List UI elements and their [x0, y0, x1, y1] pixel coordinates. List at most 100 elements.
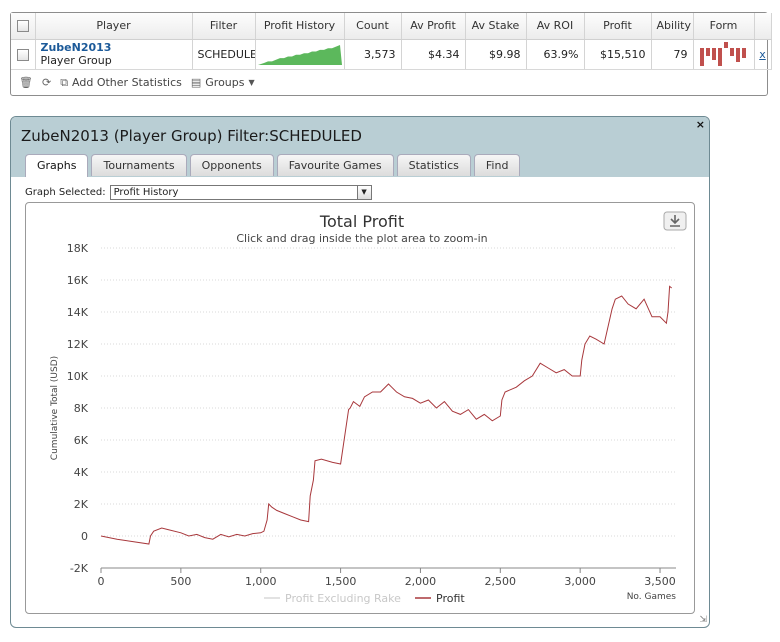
player-column-header[interactable]: Player [35, 13, 193, 40]
profit-history-cell [255, 39, 345, 70]
y-tick-label: 12K [67, 338, 89, 351]
player-stats-panel: Player Filter Profit History Count Av Pr… [10, 12, 772, 96]
form-cell [693, 39, 755, 70]
y-tick-label: 0 [81, 530, 88, 543]
total-profit-chart[interactable]: Total Profit Click and drag inside the p… [26, 203, 694, 613]
y-tick-label: 6K [74, 434, 89, 447]
download-button[interactable] [663, 211, 687, 231]
graph-selected-label: Graph Selected: [25, 187, 106, 198]
chart-container: Total Profit Click and drag inside the p… [25, 202, 695, 614]
x-axis-label: No. Games [627, 592, 677, 602]
groups-icon: ▤ [190, 76, 202, 89]
form-bar [735, 47, 740, 62]
add-other-statistics-label: Add Other Statistics [72, 76, 182, 89]
stats-header-row: Player Filter Profit History Count Av Pr… [11, 13, 772, 40]
stats-toolbar: 🗑 ⟳ ⧉ Add Other Statistics ▤ Groups ▼ [11, 70, 767, 96]
table-row[interactable]: ZubeN2013 Player Group SCHEDULED 3,573 $… [11, 39, 772, 70]
x-tick-label: 0 [98, 575, 105, 588]
add-other-statistics-button[interactable]: ⧉ Add Other Statistics [60, 76, 182, 90]
profit-series-line [100, 285, 673, 545]
form-bar [741, 47, 746, 58]
groups-dropdown[interactable]: ▤ Groups ▼ [191, 76, 255, 89]
form-bar [729, 47, 734, 56]
av-roi-cell: 63.9% [526, 39, 585, 70]
chart-title: Total Profit [319, 212, 404, 231]
form-bar [699, 47, 704, 66]
x-tick-label: 3,500 [644, 575, 676, 588]
y-tick-label: -2K [70, 562, 89, 575]
chart-grid [101, 247, 676, 569]
y-tick-label: 18K [67, 242, 89, 255]
sparkline-area [257, 44, 342, 65]
y-tick-label: 14K [67, 306, 89, 319]
profit-sparkline [257, 44, 342, 65]
y-axis-label: Cumulative Total (USD) [50, 356, 60, 460]
legend-item-profit-excluding-rake[interactable]: Profit Excluding Rake [264, 592, 401, 605]
resize-grip-icon[interactable]: ⇲ [699, 615, 707, 625]
chart-series [100, 285, 673, 545]
legend-item-profit[interactable]: Profit [415, 592, 465, 605]
form-bar [717, 47, 722, 68]
x-tick-label: 3,000 [564, 575, 596, 588]
remove-column-header [754, 13, 772, 40]
profit-history-column-header[interactable]: Profit History [255, 13, 345, 40]
x-axis-ticks: 0 500 1,000 1,500 2,000 2,500 3,000 3,500 [98, 568, 676, 588]
trash-icon[interactable]: 🗑 [19, 76, 33, 89]
x-tick-label: 1,000 [245, 575, 277, 588]
chart-subtitle: Click and drag inside the plot area to z… [236, 232, 487, 245]
legend-label-rake: Profit Excluding Rake [285, 592, 401, 605]
refresh-icon[interactable]: ⟳ [42, 76, 51, 89]
graph-select-value: Profit History [113, 187, 179, 198]
count-cell: 3,573 [344, 39, 402, 70]
player-name-link[interactable]: ZubeN2013 [41, 41, 187, 54]
filter-column-header[interactable]: Filter [192, 13, 256, 40]
player-type: Player Group [40, 54, 112, 67]
legend-label-profit: Profit [436, 592, 465, 605]
select-all-checkbox[interactable] [16, 20, 29, 33]
form-column-header[interactable]: Form [693, 13, 755, 40]
y-tick-label: 10K [67, 370, 89, 383]
tab-graphs[interactable]: Graphs [25, 154, 89, 177]
close-icon[interactable]: × [696, 118, 705, 131]
remove-cell: x [754, 39, 772, 70]
groups-label: Groups [205, 76, 245, 89]
x-tick-label: 1,500 [325, 575, 357, 588]
graph-selector: Graph Selected: Profit History ▼ [25, 185, 372, 200]
form-bar [705, 47, 710, 56]
chevron-down-icon: ▼ [248, 78, 255, 87]
tab-opponents[interactable]: Opponents [189, 154, 274, 176]
row-select-cell[interactable] [11, 39, 36, 70]
y-tick-label: 16K [67, 274, 89, 287]
x-tick-label: 2,000 [405, 575, 437, 588]
copy-icon: ⧉ [60, 75, 69, 89]
profit-column-header[interactable]: Profit [584, 13, 652, 40]
tab-statistics[interactable]: Statistics [396, 154, 471, 176]
ability-cell: 79 [651, 39, 694, 70]
profit-cell: $15,510 [584, 39, 652, 70]
filter-cell: SCHEDULED [192, 39, 256, 70]
graph-select[interactable]: Profit History ▼ [109, 185, 372, 200]
count-column-header[interactable]: Count [344, 13, 402, 40]
row-checkbox[interactable] [16, 48, 29, 61]
x-tick-label: 2,500 [485, 575, 517, 588]
av-stake-column-header[interactable]: Av Stake [465, 13, 527, 40]
tab-tournaments[interactable]: Tournaments [91, 154, 187, 176]
tab-favourite-games[interactable]: Favourite Games [276, 154, 394, 176]
x-tick-label: 500 [170, 575, 191, 588]
form-bar [711, 47, 716, 60]
av-roi-column-header[interactable]: Av ROI [526, 13, 585, 40]
chevron-down-icon[interactable]: ▼ [356, 186, 371, 199]
av-profit-cell: $4.34 [401, 39, 466, 70]
av-stake-cell: $9.98 [465, 39, 527, 70]
av-profit-column-header[interactable]: Av Profit [401, 13, 466, 40]
dialog-header[interactable]: ZubeN2013 (Player Group) Filter:SCHEDULE… [11, 117, 709, 177]
form-chart [699, 41, 746, 68]
select-all-header[interactable] [11, 13, 36, 40]
dialog-tabs: Graphs Tournaments Opponents Favourite G… [25, 154, 521, 177]
ability-column-header[interactable]: Ability [651, 13, 694, 40]
y-tick-label: 2K [74, 498, 89, 511]
tab-find[interactable]: Find [473, 154, 521, 176]
y-axis-ticks: -2K 0 2K 4K 6K 8K 10K 12K 14K 16K 18K [67, 242, 89, 575]
form-bar [723, 41, 728, 48]
remove-row-link[interactable]: x [759, 48, 766, 61]
